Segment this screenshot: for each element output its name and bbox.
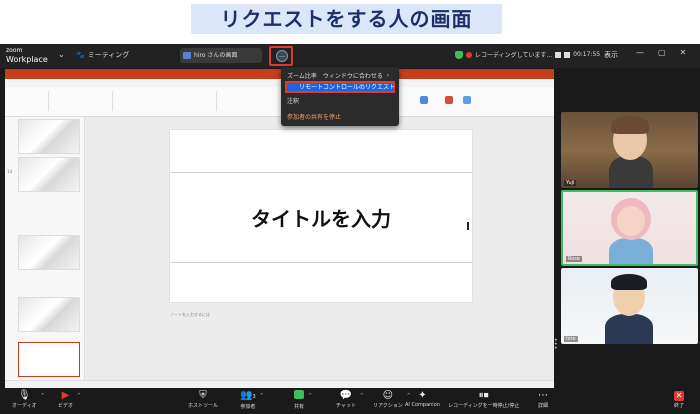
recording-control-button[interactable]: ⏸⏹ レコーディングを一時停止/停止 xyxy=(448,390,519,409)
chevron-right-icon: › xyxy=(386,72,389,79)
participant-name: hiro xyxy=(564,336,578,342)
end-button[interactable]: ✕ 終了 xyxy=(674,390,684,409)
powerpoint-titlebar xyxy=(5,69,554,79)
host-tools-button[interactable]: ⛨ ホストツール xyxy=(188,390,218,409)
powerpoint-ribbon xyxy=(5,87,554,117)
ribbon-group xyxy=(53,91,113,111)
stop-icon[interactable] xyxy=(564,51,571,58)
chevron-up-icon[interactable]: ^ xyxy=(77,393,81,399)
video-button[interactable]: ▶ ビデオ ^ xyxy=(58,390,81,409)
maximize-icon[interactable]: ▢ xyxy=(658,48,666,57)
menu-item-stop-share[interactable]: 参加者の共有を停止 xyxy=(287,112,341,121)
chevron-up-icon[interactable]: ^ xyxy=(308,393,312,399)
slide-thumbnail[interactable] xyxy=(18,157,80,192)
audio-button[interactable]: 🎙 オーディオ ^ xyxy=(12,390,45,409)
chevron-down-icon[interactable]: ⌄ xyxy=(58,50,65,59)
participant-tile-active[interactable]: Rose xyxy=(561,190,698,266)
recording-indicator: レコーディングしています... 00:17:55 xyxy=(455,50,600,59)
copilot-icon xyxy=(463,96,471,104)
reaction-icon: ☺ xyxy=(382,390,394,401)
meeting-toolbar: 🎙 オーディオ ^ ▶ ビデオ ^ ⛨ ホストツール 👥3 参加者 ^ 共有 ^… xyxy=(0,388,700,414)
slide-thumbnail[interactable] xyxy=(18,235,80,270)
shield-icon xyxy=(455,50,463,59)
powerpoint-menu xyxy=(5,79,554,87)
ellipsis-icon: … xyxy=(276,50,288,62)
zoom-window: zoom Workplace ⌄ 🐾 ミーティング hiro さんの画面 … レ… xyxy=(0,44,700,414)
ribbon-group xyxy=(117,91,217,111)
meeting-menu[interactable]: 🐾 ミーティング xyxy=(76,50,129,60)
close-icon: ✕ xyxy=(674,391,684,401)
designer-icon xyxy=(445,96,453,104)
shared-screen-tab[interactable]: hiro さんの画面 xyxy=(180,48,262,63)
shared-screen[interactable]: 14 タイトルを入力 ノートを入力するには xyxy=(5,69,554,406)
participant-name: Yuji xyxy=(564,180,577,186)
powerpoint-statusbar xyxy=(5,380,554,388)
participants-button[interactable]: 👥3 参加者 ^ xyxy=(240,390,264,410)
ai-companion-button[interactable]: ✦ AI Companion xyxy=(405,390,440,408)
menu-item-request-remote-control[interactable]: リモートコントロールのリクエスト xyxy=(285,81,395,93)
view-options-button[interactable]: … xyxy=(269,46,293,66)
view-button[interactable]: 表示 xyxy=(604,50,618,60)
pause-icon[interactable] xyxy=(555,51,562,58)
ribbon-group xyxy=(9,91,49,111)
participant-tile[interactable]: Yuji xyxy=(561,112,698,188)
zoom-top-bar: zoom Workplace ⌄ 🐾 ミーティング hiro さんの画面 … レ… xyxy=(0,44,700,68)
share-button[interactable]: 共有 ^ xyxy=(294,390,312,410)
more-button[interactable]: ⋯ 詳細 xyxy=(538,390,548,409)
reactions-button[interactable]: ☺ リアクション ^ xyxy=(373,390,411,409)
screen-share-icon xyxy=(183,52,191,59)
current-slide[interactable]: タイトルを入力 xyxy=(170,130,472,302)
paw-icon: 🐾 xyxy=(76,51,85,59)
microphone-icon: 🎙 xyxy=(17,390,31,401)
sparkle-icon: ✦ xyxy=(418,390,427,401)
view-options-menu: ズーム比率 ウィンドウに合わせる › リモートコントロールのリクエスト 注釈 参… xyxy=(281,67,399,126)
video-off-icon: ▶ xyxy=(61,390,70,401)
shield-icon: ⛨ xyxy=(199,390,207,401)
slide-thumbnail[interactable] xyxy=(18,119,80,154)
chevron-up-icon[interactable]: ^ xyxy=(259,393,263,399)
text-cursor-icon xyxy=(467,222,469,230)
slide-thumbnail[interactable] xyxy=(18,297,80,332)
slide-title-placeholder[interactable]: タイトルを入力 xyxy=(170,203,472,232)
zoom-logo: zoom Workplace xyxy=(6,47,48,64)
dictate-icon xyxy=(420,96,428,104)
gallery-scroll-dots[interactable]: • • • xyxy=(554,338,558,352)
chevron-up-icon[interactable]: ^ xyxy=(360,393,364,399)
share-screen-icon xyxy=(294,390,304,399)
participant-name: Rose xyxy=(566,256,582,262)
meeting-clock: 00:17:55 xyxy=(573,51,601,58)
chevron-up-icon[interactable]: ^ xyxy=(40,393,44,399)
pause-stop-icon: ⏸⏹ xyxy=(478,390,489,401)
window-controls: — ▢ ✕ xyxy=(636,48,686,57)
chat-icon: 💬 xyxy=(339,390,353,401)
menu-item-fit-window[interactable]: ズーム比率 ウィンドウに合わせる xyxy=(287,71,383,80)
slide-thumbnail-selected[interactable] xyxy=(18,342,80,377)
participants-icon: 👥3 xyxy=(240,390,256,401)
slide-thumbnails: 14 xyxy=(5,117,85,380)
participant-tile[interactable]: hiro xyxy=(561,268,698,344)
more-icon: ⋯ xyxy=(538,390,548,401)
chat-button[interactable]: 💬 チャット ^ xyxy=(336,390,364,409)
close-icon[interactable]: ✕ xyxy=(680,48,687,57)
instruction-band: リクエストをする人の画面 xyxy=(0,0,700,40)
record-dot-icon xyxy=(466,51,472,58)
minimize-icon[interactable]: — xyxy=(636,48,644,57)
instruction-title: リクエストをする人の画面 xyxy=(191,4,502,34)
notes-placeholder[interactable]: ノートを入力するには xyxy=(170,312,210,318)
slide-canvas: タイトルを入力 ノートを入力するには xyxy=(86,117,554,380)
menu-item-annotate[interactable]: 注釈 xyxy=(287,96,299,105)
